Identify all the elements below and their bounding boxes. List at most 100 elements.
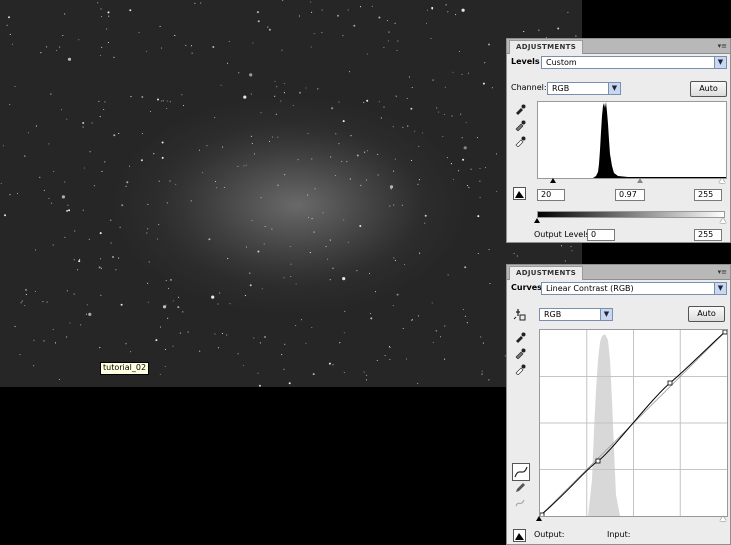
star xyxy=(402,327,404,329)
star xyxy=(9,33,11,35)
chevron-down-icon: ▼ xyxy=(714,57,726,68)
curves-auto-button[interactable]: Auto xyxy=(688,306,725,322)
output-black-slider[interactable] xyxy=(534,218,540,223)
star xyxy=(222,146,224,148)
pencil-icon[interactable] xyxy=(513,481,527,495)
curves-channel-select[interactable]: RGB ▼ xyxy=(539,308,613,321)
star xyxy=(560,245,563,247)
star xyxy=(33,339,35,341)
star xyxy=(480,336,482,338)
star xyxy=(25,293,27,296)
star xyxy=(401,204,403,206)
star xyxy=(479,180,481,182)
star xyxy=(452,178,455,181)
star xyxy=(311,218,313,220)
adjustments-tab[interactable]: ADJUSTMENTS xyxy=(509,266,584,280)
channel-select[interactable]: RGB ▼ xyxy=(547,82,621,95)
eyedropper-gray-icon[interactable] xyxy=(513,347,527,361)
star xyxy=(46,46,48,48)
star xyxy=(98,100,100,102)
chevron-down-icon: ▼ xyxy=(714,283,726,294)
eyedropper-white-icon[interactable] xyxy=(513,363,527,377)
star xyxy=(446,157,448,159)
star xyxy=(68,209,70,211)
curves-white-slider[interactable] xyxy=(720,516,726,521)
star xyxy=(237,353,239,355)
star xyxy=(476,137,478,139)
star xyxy=(14,85,16,88)
input-gamma-slider[interactable] xyxy=(637,178,643,183)
star xyxy=(177,306,180,309)
input-white-field[interactable]: 255 xyxy=(694,189,722,201)
eyedropper-black-icon[interactable] xyxy=(513,103,527,117)
star xyxy=(464,266,467,269)
star xyxy=(215,187,218,189)
levels-preset-select[interactable]: Custom ▼ xyxy=(541,56,727,69)
star xyxy=(341,160,343,162)
star xyxy=(249,284,252,287)
star xyxy=(513,253,515,255)
curves-graph[interactable] xyxy=(539,329,728,517)
input-white-slider[interactable] xyxy=(719,178,725,183)
star xyxy=(165,280,167,282)
star xyxy=(347,9,349,11)
output-white-field[interactable]: 255 xyxy=(694,229,722,241)
output-white-slider[interactable] xyxy=(720,218,726,223)
nebula-glow xyxy=(180,135,420,275)
star xyxy=(322,212,324,214)
star xyxy=(268,140,271,142)
clipping-warning-icon[interactable] xyxy=(513,187,526,200)
curve-point xyxy=(595,458,601,464)
star xyxy=(444,358,446,360)
eyedropper-black-icon[interactable] xyxy=(513,331,527,345)
star xyxy=(0,182,2,185)
star xyxy=(40,52,42,54)
star xyxy=(101,16,103,18)
star xyxy=(99,116,101,118)
star xyxy=(103,108,105,111)
star xyxy=(368,272,371,274)
star xyxy=(159,326,162,328)
eyedropper-white-icon[interactable] xyxy=(513,135,527,149)
star xyxy=(481,370,483,372)
star xyxy=(343,332,345,334)
input-black-field[interactable]: 20 xyxy=(537,189,565,201)
output-black-field[interactable]: 0 xyxy=(587,229,615,241)
star xyxy=(311,327,313,329)
input-gamma-field[interactable]: 0.97 xyxy=(615,189,645,201)
star xyxy=(252,42,254,44)
input-black-slider[interactable] xyxy=(550,178,556,183)
panel-menu-icon[interactable]: ▾≡ xyxy=(718,40,727,52)
star xyxy=(307,132,309,134)
eyedropper-gray-icon[interactable] xyxy=(513,119,527,133)
star xyxy=(342,120,345,123)
star xyxy=(149,111,152,113)
star xyxy=(338,143,340,145)
star xyxy=(394,22,396,24)
astro-photo[interactable] xyxy=(0,0,582,387)
smooth-curve-icon[interactable] xyxy=(513,497,527,511)
levels-auto-button[interactable]: Auto xyxy=(690,81,727,97)
curves-preset-select[interactable]: Linear Contrast (RGB) ▼ xyxy=(541,282,727,295)
star xyxy=(125,343,127,345)
star xyxy=(426,9,428,11)
star xyxy=(523,31,525,33)
adjustments-tab[interactable]: ADJUSTMENTS xyxy=(509,40,584,54)
star xyxy=(325,245,327,248)
star xyxy=(326,258,329,260)
star xyxy=(329,239,331,241)
clipping-warning-icon[interactable] xyxy=(513,529,526,542)
star xyxy=(290,263,292,265)
star xyxy=(214,333,216,335)
star xyxy=(307,194,309,196)
panel-menu-icon[interactable]: ▾≡ xyxy=(718,266,727,278)
targeted-adjustment-icon[interactable] xyxy=(513,307,527,321)
curve-point-icon[interactable] xyxy=(512,463,530,481)
star xyxy=(157,98,159,101)
star xyxy=(82,126,84,128)
star xyxy=(281,354,283,356)
star xyxy=(371,5,373,7)
curves-black-slider[interactable] xyxy=(536,516,542,521)
star xyxy=(50,93,52,95)
star xyxy=(461,137,463,139)
